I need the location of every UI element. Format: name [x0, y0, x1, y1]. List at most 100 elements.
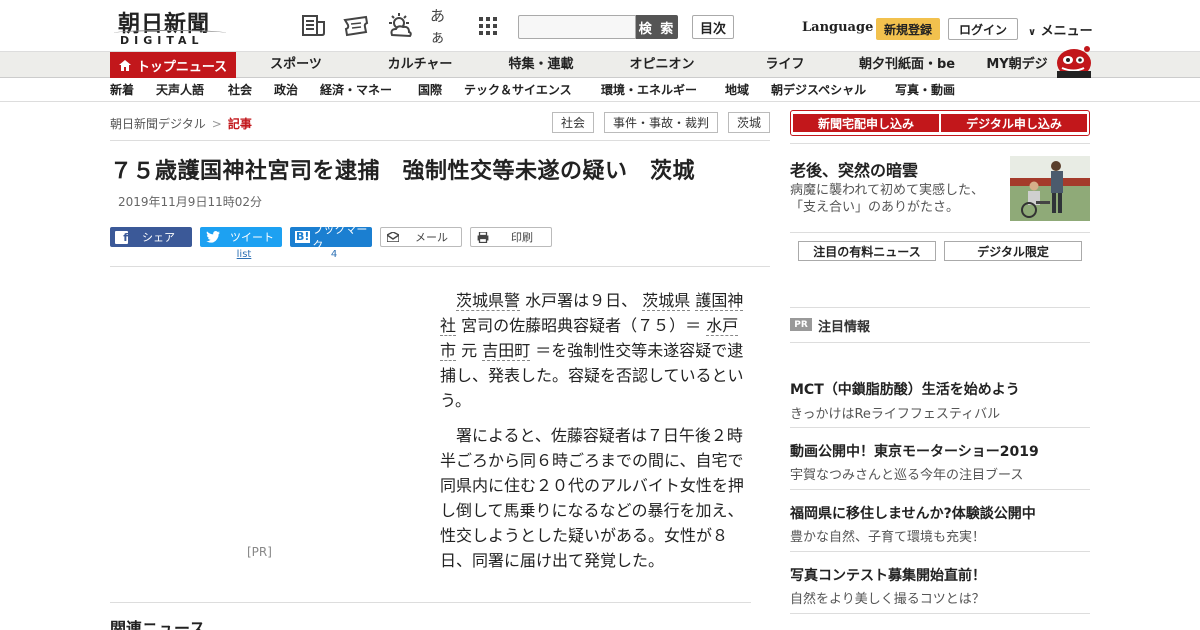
logo-sub-text: DIGITAL [120, 34, 204, 47]
site-header: 朝日新聞 DIGITAL あぁ 検 索 目次 Language 新規登録 ログイ… [0, 0, 1200, 52]
nav-top-news[interactable]: トップニュース [110, 52, 236, 78]
secondary-nav: 新着 天声人語 社会 政治 経済・マネー 国際 テック＆サイエンス 環境・エネル… [0, 79, 1200, 102]
divider [790, 232, 1090, 233]
nav-opinion[interactable]: オピニオン [619, 52, 705, 78]
keyword-link[interactable]: 茨城県 [642, 291, 691, 311]
nav-environment[interactable]: 環境・エネルギー [601, 79, 697, 102]
tag-ibaraki[interactable]: 茨城 [728, 112, 770, 133]
pr-item-title[interactable]: MCT（中鎖脂肪酸）生活を始めよう [790, 379, 1020, 399]
article-paragraph: 署によると、佐藤容疑者は７日午後２時半ごろから同６時ごろまでの間に、自宅で同県内… [440, 426, 744, 570]
pr-list-item[interactable]: 動画公開中！東京モーターショー2019 宇賀なつみさんと巡る今年の注目ブース [790, 428, 1090, 490]
keyword-link[interactable]: 茨城県警 [456, 291, 521, 311]
print-button[interactable]: 印刷 [470, 227, 552, 247]
language-link[interactable]: Language [802, 20, 873, 35]
divider [110, 140, 770, 141]
nav-tenseijingo[interactable]: 天声人語 [156, 79, 204, 102]
primary-nav: トップニュース スポーツ カルチャー 特集・連載 オピニオン ライフ 朝夕刊紙面… [0, 46, 1200, 78]
paragraph-text: 水戸署は９日、 [520, 291, 643, 310]
search-button[interactable]: 検 索 [636, 15, 678, 39]
article-date: 2019年11月9日11時02分 [118, 195, 262, 209]
register-button[interactable]: 新規登録 [876, 18, 940, 40]
nav-international[interactable]: 国際 [418, 79, 442, 102]
feature-description: 病魔に襲われて初めて実感した、「支え合い」のありがたさ。 [790, 183, 984, 215]
menu-button[interactable]: ∨ メニュー [1028, 20, 1093, 39]
nav-photo-video[interactable]: 写真・動画 [895, 79, 955, 102]
breadcrumb: 朝日新聞デジタル > 記事 [110, 115, 252, 132]
divider [110, 602, 751, 603]
nav-sports[interactable]: スポーツ [256, 52, 336, 78]
newspaper-icon[interactable] [300, 12, 328, 40]
newspaper-subscribe-button[interactable]: 新聞宅配申し込み [793, 114, 939, 132]
weather-icon[interactable] [386, 12, 414, 40]
twitter-icon [206, 231, 220, 243]
pr-item-subtitle: きっかけはReライフフェスティバル [790, 407, 1001, 422]
pr-item-subtitle: 自然をより美しく撮るコツとは？ [790, 592, 985, 607]
divider [110, 266, 770, 267]
pr-item-title[interactable]: 福岡県に移住しませんか?体験談公開中 [790, 503, 1036, 523]
related-news-heading: 関連ニュース [110, 619, 206, 630]
nav-culture[interactable]: カルチャー [375, 52, 465, 78]
pr-item-subtitle: 豊かな自然、子育て環境も充実！ [790, 530, 986, 545]
pr-item-title[interactable]: 動画公開中！東京モーターショー2019 [790, 441, 1039, 461]
facebook-share-label: シェア [142, 231, 175, 244]
tag-society[interactable]: 社会 [552, 112, 594, 133]
pr-heading: 注目情報 [818, 320, 871, 335]
ad-pr-label: [PR] [247, 545, 272, 559]
menu-label: メニュー [1040, 24, 1093, 39]
tag-incident[interactable]: 事件・事故・裁判 [604, 112, 718, 133]
pr-list-item[interactable]: 写真コンテスト募集開始直前！ 自然をより美しく撮るコツとは？ [790, 552, 1090, 614]
breadcrumb-current: 記事 [227, 117, 252, 131]
paid-news-button[interactable]: 注目の有料ニュース [798, 241, 936, 261]
subscription-box: 新聞宅配申し込み デジタル申し込み [790, 110, 1090, 136]
keyword-link[interactable]: 吉田町 [482, 341, 531, 361]
nav-special[interactable]: 朝デジスペシャル [771, 79, 866, 102]
site-logo[interactable]: 朝日新聞 DIGITAL [110, 6, 230, 48]
breadcrumb-root[interactable]: 朝日新聞デジタル [110, 117, 206, 131]
article-paragraph: 茨城県警 水戸署は９日、 茨城県 護国神社 宮司の佐藤昭典容疑者（７５）＝ 水戸… [440, 288, 750, 413]
mail-share-button[interactable]: メール [380, 227, 462, 247]
login-button[interactable]: ログイン [948, 18, 1018, 40]
divider [790, 342, 1090, 343]
nav-politics[interactable]: 政治 [274, 79, 298, 102]
toc-button[interactable]: 目次 [692, 15, 734, 39]
nav-newspaper[interactable]: 朝夕刊紙面・be [852, 52, 962, 78]
mascot-icon[interactable] [1054, 44, 1092, 78]
pr-list-item[interactable]: MCT（中鎖脂肪酸）生活を始めよう きっかけはReライフフェスティバル [790, 366, 1090, 428]
article-title: ７５歳護国神社宮司を逮捕 強制性交等未遂の疑い 茨城 [110, 159, 696, 184]
article-body: 茨城県警 水戸署は９日、 茨城県 護国神社 宮司の佐藤昭典容疑者（７５）＝ 水戸… [440, 288, 750, 583]
feature-title[interactable]: 老後、突然の暗雲 [790, 157, 918, 181]
hatena-count[interactable]: 4 [290, 249, 378, 260]
digital-only-button[interactable]: デジタル限定 [944, 241, 1082, 261]
divider [790, 143, 1090, 144]
divider [790, 307, 1090, 308]
digital-subscribe-button[interactable]: デジタル申し込み [941, 114, 1087, 132]
twitter-count[interactable]: list [200, 249, 288, 260]
nav-my-asahi[interactable]: MY朝デジ [982, 52, 1052, 78]
hatena-icon: B! [295, 230, 311, 243]
feature-image[interactable] [1010, 156, 1090, 221]
ticket-icon[interactable] [342, 12, 370, 40]
home-icon [118, 59, 131, 71]
nav-life[interactable]: ライフ [752, 52, 818, 78]
mail-share-label: メール [415, 231, 448, 244]
twitter-share-button[interactable]: ツイート [200, 227, 282, 247]
nav-regional[interactable]: 地域 [725, 79, 749, 102]
apps-grid-icon[interactable] [474, 12, 502, 40]
nav-society[interactable]: 社会 [228, 79, 252, 102]
pr-badge: PR [790, 318, 812, 331]
pr-item-subtitle: 宇賀なつみさんと巡る今年の注目ブース [790, 468, 1024, 483]
mail-icon [387, 232, 399, 242]
font-size-icon[interactable]: あぁ [430, 7, 458, 46]
nav-features[interactable]: 特集・連載 [495, 52, 587, 78]
nav-latest[interactable]: 新着 [110, 79, 134, 102]
paragraph-text: 元 [456, 341, 483, 360]
pr-item-title[interactable]: 写真コンテスト募集開始直前！ [790, 565, 986, 585]
nav-economy[interactable]: 経済・マネー [320, 79, 392, 102]
nav-tech-science[interactable]: テック＆サイエンス [464, 79, 572, 102]
search-input[interactable] [518, 15, 636, 39]
hatena-bookmark-button[interactable]: B! ブックマーク [290, 223, 372, 252]
pr-list-item[interactable]: 福岡県に移住しませんか?体験談公開中 豊かな自然、子育て環境も充実！ [790, 490, 1090, 552]
breadcrumb-separator: > [211, 117, 222, 131]
facebook-share-button[interactable]: f シェア [110, 227, 192, 247]
print-label: 印刷 [511, 231, 533, 244]
